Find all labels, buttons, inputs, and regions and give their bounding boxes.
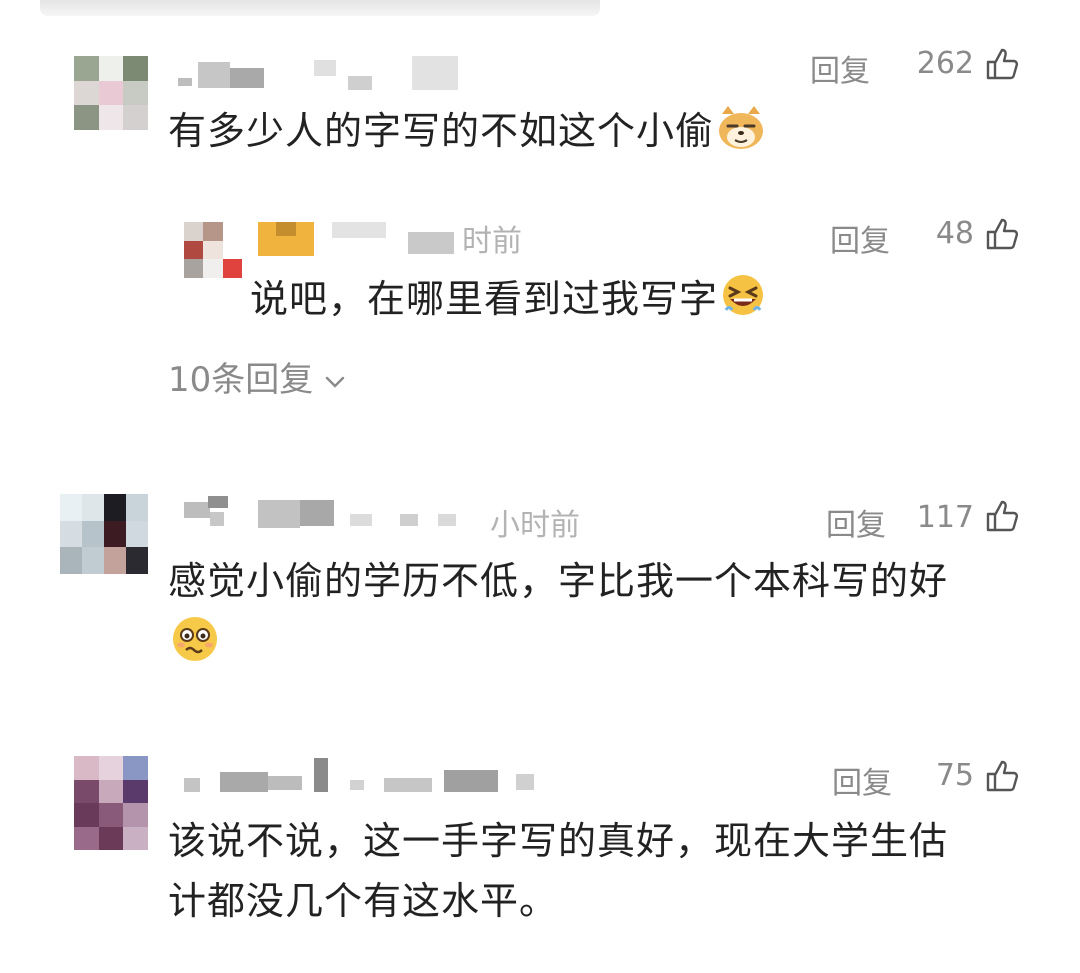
smirk-dog-emoji — [719, 106, 764, 149]
woozy-face-emoji — [173, 617, 217, 661]
avatar[interactable] — [60, 494, 148, 574]
like-count: 48 — [935, 216, 974, 251]
reply-text: 说吧，在哪里看到过我写字 — [250, 272, 766, 326]
reply-button[interactable]: 回复 — [826, 500, 886, 544]
reply-button[interactable]: 回复 — [810, 46, 870, 90]
like-count: 117 — [916, 500, 974, 535]
thumbs-up-icon[interactable] — [984, 758, 1020, 794]
username-redacted[interactable] — [258, 218, 478, 258]
thumbs-up-icon[interactable] — [984, 498, 1020, 534]
avatar[interactable] — [74, 756, 148, 850]
username-redacted[interactable] — [184, 758, 544, 798]
reply-button[interactable]: 回复 — [830, 216, 890, 260]
thumbs-up-icon[interactable] — [984, 46, 1020, 82]
grinning-squint-emoji — [723, 275, 764, 315]
comment-text-line: 计都没几个有这水平。 — [168, 879, 559, 923]
comment-text: 感觉小偷的学历不低，字比我一个本科写的好 — [168, 559, 949, 603]
comment-text-line: 该说不说，这一手字写的真好，现在大学生估 — [168, 819, 949, 863]
like-count: 262 — [916, 46, 974, 81]
avatar[interactable] — [74, 56, 148, 130]
chevron-down-icon — [326, 376, 345, 388]
previous-content-edge — [40, 0, 600, 16]
comment-time: 小时前 — [490, 508, 580, 543]
thumbs-up-icon[interactable] — [984, 216, 1020, 252]
avatar[interactable] — [184, 222, 242, 278]
comment-text: 有多少人的字写的不如这个小偷 — [168, 104, 766, 158]
reply-button[interactable]: 回复 — [832, 758, 892, 802]
expand-replies-button[interactable]: 10条回复 — [168, 352, 347, 401]
reply-time: 时前 — [462, 224, 522, 259]
like-count: 75 — [935, 758, 974, 793]
username-redacted[interactable] — [178, 56, 468, 92]
username-redacted[interactable] — [184, 496, 484, 536]
